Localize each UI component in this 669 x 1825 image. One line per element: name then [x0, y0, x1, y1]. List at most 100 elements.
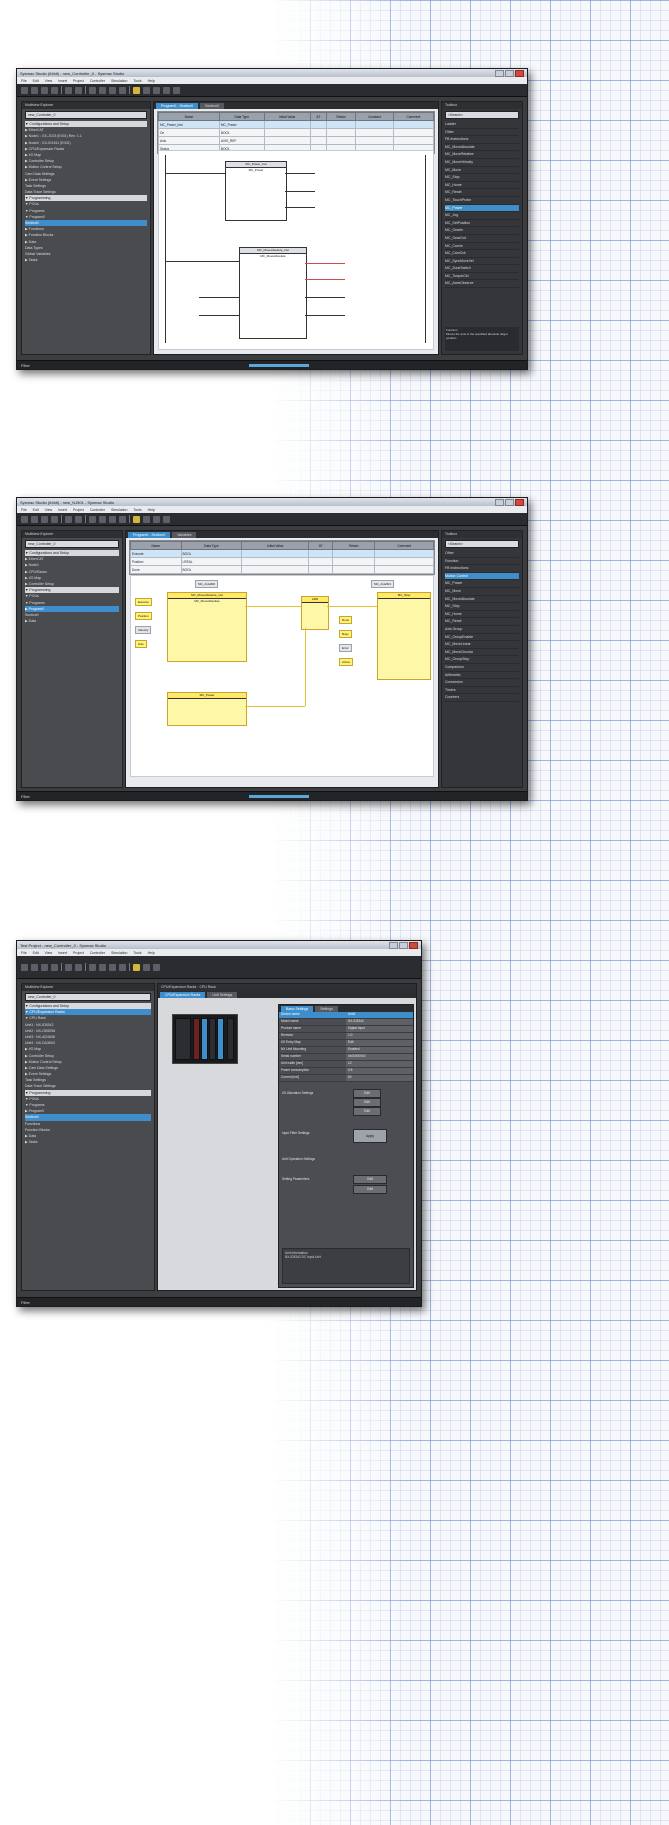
property-value[interactable]: 0.8	[346, 1068, 413, 1074]
toolbox-item[interactable]: Function	[445, 558, 519, 566]
property-row[interactable]: Device name Unit1	[279, 1012, 413, 1019]
toolbox-item[interactable]: MC_MoveAbsolute	[445, 144, 519, 152]
table-cell[interactable]: On	[158, 128, 220, 137]
toolbox-search[interactable]: <Search>	[445, 111, 519, 119]
table-row[interactable]: On BOOL	[158, 128, 435, 137]
property-row[interactable]: Power consumption 0.8	[279, 1068, 413, 1075]
property-value[interactable]: Unit1	[346, 1012, 413, 1018]
table-cell[interactable]	[331, 549, 376, 558]
toolbox-item[interactable]: MC_Power	[445, 580, 519, 588]
menu-edit[interactable]: Edit	[33, 508, 39, 512]
simulate-icon[interactable]	[143, 515, 150, 523]
close-button[interactable]	[515, 498, 524, 506]
delete-icon[interactable]	[51, 86, 58, 94]
build-icon[interactable]	[133, 963, 140, 971]
toolbox-item[interactable]: MC_ZoneSwitch	[445, 265, 519, 273]
synchronize-icon[interactable]	[109, 963, 116, 971]
property-row[interactable]: Product name Digital Input	[279, 1026, 413, 1033]
tab-section[interactable]: Program0 - Section0	[128, 532, 171, 538]
menu-simulation[interactable]: Simulation	[111, 508, 127, 512]
minimize-button[interactable]	[495, 69, 504, 77]
maximize-button[interactable]	[505, 498, 514, 506]
controller-combo[interactable]: new_Controller_0	[25, 540, 119, 548]
synchronize-icon[interactable]	[109, 515, 116, 523]
paste-icon[interactable]	[41, 963, 48, 971]
menu-tools[interactable]: Tools	[133, 951, 141, 955]
redo-icon[interactable]	[75, 515, 82, 523]
table-cell[interactable]	[308, 557, 333, 566]
offline-icon[interactable]	[99, 86, 106, 94]
property-row[interactable]: Current [mA] 50	[279, 1075, 413, 1082]
toolbox-item[interactable]: MC_CamOut	[445, 250, 519, 258]
function-block-mc-power[interactable]: MC_Power_inst MC_Power	[225, 161, 287, 221]
tab-section-alt[interactable]: Section0	[200, 103, 224, 109]
online-icon[interactable]	[89, 963, 96, 971]
cpu-unit[interactable]	[175, 1018, 191, 1060]
input-label-axis[interactable]: Axis	[135, 640, 147, 648]
table-row[interactable]: MC_Power_inst MC_Power	[158, 120, 435, 129]
simulate-icon[interactable]	[143, 963, 150, 971]
edit-button[interactable]: Edit	[353, 1175, 387, 1184]
property-row[interactable]: Model name NX-ID5342	[279, 1019, 413, 1026]
io-unit[interactable]	[209, 1018, 216, 1060]
menu-edit[interactable]: Edit	[33, 79, 39, 83]
table-cell[interactable]	[241, 549, 310, 558]
menu-help[interactable]: Help	[148, 508, 155, 512]
toolbox-item[interactable]: MC_Move	[445, 588, 519, 596]
table-cell[interactable]	[392, 128, 435, 137]
column-header[interactable]: Retain	[325, 112, 357, 121]
build-icon[interactable]	[133, 515, 140, 523]
menu-simulation[interactable]: Simulation	[111, 79, 127, 83]
io-unit[interactable]	[217, 1018, 224, 1060]
tree-item[interactable]: ▶ Data	[25, 618, 119, 624]
filter-label[interactable]: Filter	[21, 1300, 30, 1305]
toolbox-item[interactable]: MC_SetPosition	[445, 220, 519, 228]
table-cell[interactable]: Axis	[158, 136, 220, 145]
redo-icon[interactable]	[75, 86, 82, 94]
table-cell[interactable]	[263, 120, 311, 129]
property-row[interactable]: I/O Entry Map Edit	[279, 1040, 413, 1047]
toolbox-item[interactable]: Ladder	[445, 121, 519, 129]
toolbox-item[interactable]: Timers	[445, 687, 519, 695]
menu-help[interactable]: Help	[148, 951, 155, 955]
menu-controller[interactable]: Controller	[90, 79, 105, 83]
menu-file[interactable]: File	[21, 951, 27, 955]
toolbox-item[interactable]: MC_MoveLinear	[445, 641, 519, 649]
table-cell[interactable]	[355, 128, 394, 137]
table-cell[interactable]	[309, 128, 327, 137]
io-unit[interactable]	[193, 1018, 200, 1060]
fbd-block-power[interactable]: MC_Power	[167, 692, 247, 726]
toolbox-item[interactable]: MC_AxesObserve	[445, 280, 519, 289]
table-cell[interactable]	[309, 120, 327, 129]
online-icon[interactable]	[89, 515, 96, 523]
paste-icon[interactable]	[41, 86, 48, 94]
build-icon[interactable]	[133, 86, 140, 94]
monitor-icon[interactable]	[173, 86, 180, 94]
toolbox-item[interactable]: MC_CamIn	[445, 243, 519, 251]
fbd-block-moveabsolute[interactable]: MC_MoveAbsolute_inst MC_MoveAbsolute	[167, 592, 247, 662]
table-cell[interactable]	[308, 565, 333, 574]
property-value[interactable]: Edit	[346, 1040, 413, 1046]
table-row[interactable]: Position LREAL	[130, 557, 434, 566]
toolbox-item[interactable]: Axis Group	[445, 626, 519, 634]
paste-icon[interactable]	[41, 515, 48, 523]
io-unit[interactable]	[201, 1018, 208, 1060]
column-header[interactable]: Data Type	[180, 541, 243, 550]
toolbox-item[interactable]: Other	[445, 129, 519, 137]
toolbox-item[interactable]: FB Instructions	[445, 565, 519, 573]
property-value[interactable]: 1.0	[346, 1033, 413, 1039]
minimize-button[interactable]	[495, 498, 504, 506]
table-cell[interactable]	[325, 136, 357, 145]
toolbox-item[interactable]: MC_Jog	[445, 212, 519, 220]
table-cell[interactable]	[263, 136, 311, 145]
table-cell[interactable]	[263, 128, 311, 137]
toolbox-search[interactable]: <Search>	[445, 540, 519, 548]
menu-project[interactable]: Project	[73, 508, 84, 512]
column-header[interactable]: AT	[308, 541, 333, 550]
table-cell[interactable]	[355, 136, 394, 145]
fbd-block-add[interactable]: ADD	[301, 596, 329, 630]
column-header[interactable]: Name	[158, 112, 220, 121]
table-row[interactable]: Done BOOL	[130, 565, 434, 574]
edit-button[interactable]: Edit	[353, 1098, 381, 1107]
table-cell[interactable]: Position	[130, 557, 182, 566]
